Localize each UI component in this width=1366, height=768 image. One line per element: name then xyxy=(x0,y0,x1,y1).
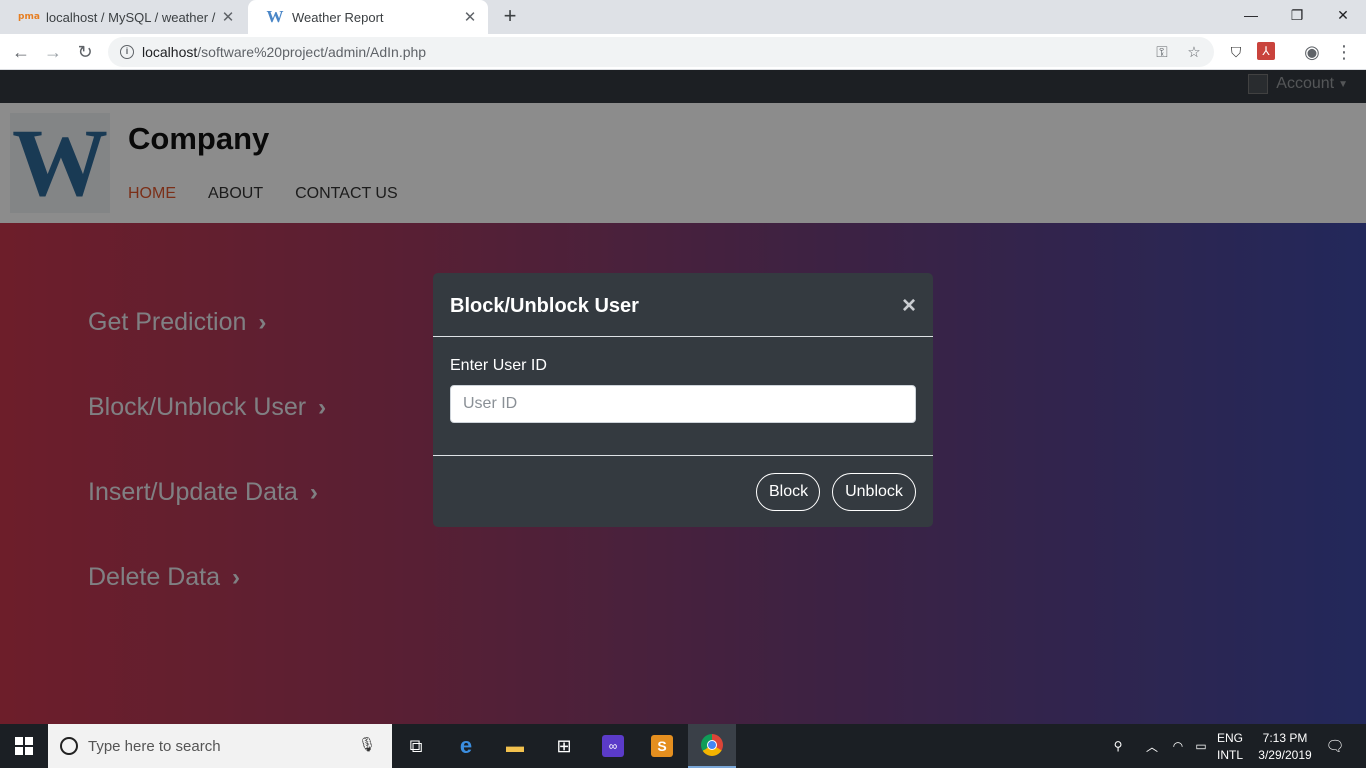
edge-icon[interactable]: e xyxy=(442,724,490,768)
url-path: /software%20project/admin/AdIn.php xyxy=(197,44,427,60)
clock-time: 7:13 PM xyxy=(1262,731,1308,745)
key-icon[interactable]: ⚿ xyxy=(1152,43,1172,63)
address-bar[interactable]: i localhost/software%20project/admin/AdI… xyxy=(108,37,1214,67)
clock[interactable]: 7:13 PM 3/29/2019 xyxy=(1246,730,1324,764)
block-button[interactable]: Block xyxy=(756,473,820,511)
start-button[interactable] xyxy=(0,724,48,768)
taskbar-search[interactable]: Type here to search 🎙 xyxy=(48,724,392,768)
close-icon[interactable]: × xyxy=(902,292,916,320)
modal-title: Block/Unblock User xyxy=(450,295,639,317)
user-id-input[interactable] xyxy=(450,385,916,423)
cortana-icon xyxy=(60,737,78,755)
input-language[interactable]: ENG INTL xyxy=(1210,730,1250,764)
arduino-icon[interactable]: ∞ xyxy=(589,724,637,768)
wifi-icon[interactable]: ◠ xyxy=(1166,724,1190,768)
task-view-icon[interactable]: ⧉ xyxy=(392,724,440,768)
tab-weather-report[interactable]: W Weather Report ✕ xyxy=(248,0,488,34)
reload-button[interactable]: ↻ xyxy=(73,40,97,64)
windows-logo-icon xyxy=(15,737,33,755)
notifications-icon[interactable]: 🗨 xyxy=(1320,724,1350,768)
clock-date: 3/29/2019 xyxy=(1258,748,1312,762)
microphone-icon[interactable]: 🎙 xyxy=(358,736,376,753)
web-page: Account ▼ W Company HOME ABOUT CONTACT U… xyxy=(0,70,1366,724)
close-icon[interactable]: ✕ xyxy=(458,8,482,26)
block-unblock-modal: Block/Unblock User × Enter User ID Block… xyxy=(433,273,933,527)
browser-toolbar: ← → ↻ i localhost/software%20project/adm… xyxy=(0,34,1366,70)
battery-icon[interactable]: ▭ xyxy=(1190,724,1212,768)
minimize-button[interactable]: — xyxy=(1228,0,1274,30)
back-button[interactable]: ← xyxy=(9,40,33,64)
pdf-extension-icon[interactable]: ⅄ xyxy=(1257,42,1275,60)
windows-taskbar: Type here to search 🎙 ⧉ e ▬ ⊞ ∞ S ⚲ ︿ ◠ … xyxy=(0,724,1366,768)
url-host: localhost xyxy=(142,44,198,60)
new-tab-button[interactable]: + xyxy=(498,4,522,28)
phpmyadmin-icon: pma xyxy=(18,12,40,22)
tab-phpmyadmin[interactable]: pma localhost / MySQL / weather / wc ✕ xyxy=(2,0,246,34)
lang-line1: ENG xyxy=(1216,731,1243,745)
close-icon[interactable]: ✕ xyxy=(216,8,240,26)
unblock-button[interactable]: Unblock xyxy=(832,473,916,511)
user-id-label: Enter User ID xyxy=(450,357,547,374)
lang-line2: INTL xyxy=(1216,748,1243,762)
tab-title: Weather Report xyxy=(292,9,384,25)
chrome-icon[interactable] xyxy=(688,724,736,768)
menu-kebab-icon[interactable]: ⋮ xyxy=(1334,42,1354,62)
shield-extension-icon[interactable]: ⛉ xyxy=(1226,42,1246,62)
modal-header: Block/Unblock User × xyxy=(433,273,933,337)
people-icon[interactable]: ⚲ xyxy=(1104,724,1132,768)
bookmark-star-icon[interactable]: ☆ xyxy=(1184,43,1204,63)
restore-button[interactable]: ❐ xyxy=(1274,0,1320,30)
profile-icon[interactable]: ◉ xyxy=(1302,42,1322,62)
file-explorer-icon[interactable]: ▬ xyxy=(491,724,539,768)
sublime-text-icon[interactable]: S xyxy=(638,724,686,768)
close-window-button[interactable]: ✕ xyxy=(1320,0,1366,30)
store-icon[interactable]: ⊞ xyxy=(540,724,588,768)
info-icon[interactable]: i xyxy=(120,45,134,59)
tab-title: localhost / MySQL / weather / wc xyxy=(46,9,216,25)
chevron-up-icon[interactable]: ︿ xyxy=(1140,724,1164,768)
browser-tab-strip: pma localhost / MySQL / weather / wc ✕ W… xyxy=(0,0,1366,34)
modal-footer: Block Unblock xyxy=(433,455,933,527)
w-logo-icon: W xyxy=(266,7,284,26)
search-placeholder: Type here to search xyxy=(88,737,221,755)
forward-button[interactable]: → xyxy=(41,40,65,64)
